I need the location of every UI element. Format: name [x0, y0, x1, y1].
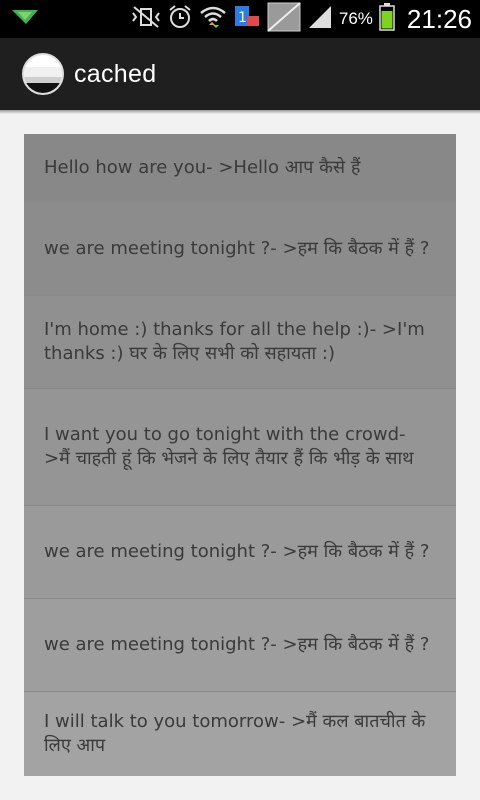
list-item[interactable]: we are meeting tonight ?- >हम कि बैठक मे… — [24, 599, 456, 692]
status-icons: 1 76% 21:26 — [131, 0, 472, 38]
list-item-text: I will talk to you tomorrow- >मैं कल बात… — [44, 711, 426, 756]
message-list[interactable]: Hello how are you- >Hello आप कैसे हैं we… — [24, 134, 456, 776]
app-logo-icon[interactable] — [22, 53, 64, 95]
svg-text:1: 1 — [238, 10, 247, 26]
list-item-text: I want you to go tonight with the crowd-… — [44, 424, 414, 469]
action-bar-shadow — [0, 110, 480, 114]
wifi-icon — [199, 3, 227, 35]
status-bar: 1 76% 21:26 — [0, 0, 480, 38]
vibrate-mute-icon — [131, 5, 161, 33]
signal-icon — [307, 4, 333, 34]
alarm-icon — [167, 4, 193, 34]
battery-icon — [379, 3, 395, 35]
list-item-text: I'm home :) thanks for all the help :)- … — [44, 319, 425, 364]
list-item[interactable]: I will talk to you tomorrow- >मैं कल बात… — [24, 692, 456, 776]
clock: 21:26 — [406, 3, 472, 34]
list-item-text: we are meeting tonight ?- >हम कि बैठक मे… — [44, 541, 430, 562]
no-sim-icon — [267, 2, 301, 36]
list-item-text: we are meeting tonight ?- >हम कि बैठक मे… — [44, 238, 430, 259]
list-item[interactable]: we are meeting tonight ?- >हम कि बैठक मे… — [24, 203, 456, 296]
list-item[interactable]: Hello how are you- >Hello आप कैसे हैं — [24, 134, 456, 203]
app-title: cached — [74, 59, 157, 88]
action-bar: cached — [0, 38, 480, 110]
notification-icon — [10, 6, 40, 32]
list-item[interactable]: I'm home :) thanks for all the help :)- … — [24, 296, 456, 389]
list-item[interactable]: we are meeting tonight ?- >हम कि बैठक मे… — [24, 506, 456, 599]
app-notification-icon: 1 — [233, 4, 261, 34]
battery-percent: 76% — [338, 9, 373, 28]
list-item[interactable]: I want you to go tonight with the crowd-… — [24, 389, 456, 506]
list-item-text: Hello how are you- >Hello आप कैसे हैं — [44, 157, 361, 178]
list-item-text: we are meeting tonight ?- >हम कि बैठक मे… — [44, 634, 430, 655]
